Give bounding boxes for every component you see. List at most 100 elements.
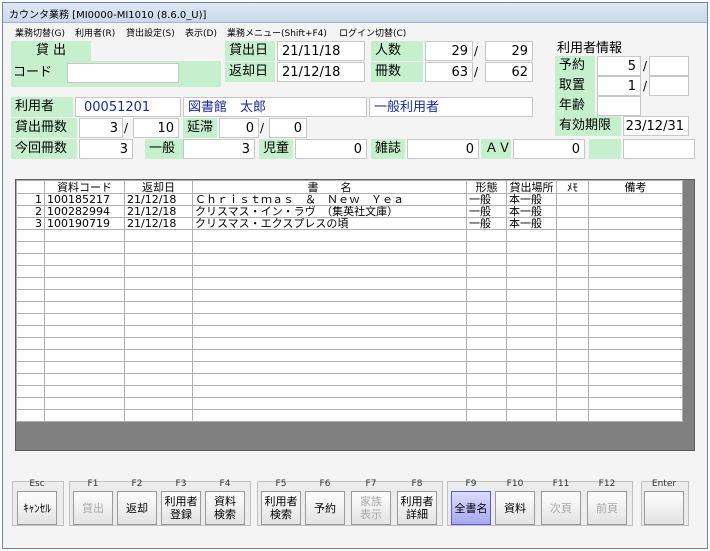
- table-row[interactable]: [16, 241, 683, 254]
- table-row[interactable]: [16, 337, 683, 350]
- table-row[interactable]: [16, 349, 683, 362]
- table-cell: [556, 193, 589, 206]
- fkey-label-enter: Enter: [651, 479, 677, 489]
- table-cell: [466, 277, 507, 290]
- books-label: 冊数: [371, 62, 423, 82]
- table-cell: [192, 229, 467, 242]
- table-row[interactable]: [16, 373, 683, 386]
- table-row[interactable]: 3 100190719 21/12/18 クリスマス・エクスプレスの頃 一般 本一般: [16, 217, 683, 230]
- table-cell: [556, 337, 589, 350]
- table-cell: [588, 217, 683, 230]
- menu-task-menu[interactable]: 業務メニュー(Shift+F4): [227, 26, 327, 39]
- fkey-button-enter[interactable]: [644, 491, 684, 525]
- table-cell: [44, 385, 125, 398]
- fkey-button-f1[interactable]: 貸出: [73, 491, 113, 525]
- table-cell: [556, 373, 589, 386]
- code-input[interactable]: [67, 63, 179, 83]
- table-cell: 一般: [466, 217, 507, 230]
- fkey-button-f7[interactable]: 家族 表示: [351, 491, 391, 525]
- table-cell: [192, 373, 467, 386]
- grid-header-cell: 書 名: [192, 180, 467, 194]
- fkey-button-f2[interactable]: 返却: [117, 491, 157, 525]
- table-cell: [124, 409, 193, 422]
- table-row[interactable]: [16, 277, 683, 290]
- table-cell: [556, 253, 589, 266]
- table-cell: [16, 337, 45, 350]
- menu-user[interactable]: 利用者(R): [75, 26, 115, 39]
- table-cell: [506, 229, 557, 242]
- menu-loan-settings[interactable]: 貸出設定(S): [126, 26, 175, 39]
- table-cell: [506, 361, 557, 374]
- table-row[interactable]: [16, 313, 683, 326]
- fkey-button-f4[interactable]: 資料 検索: [205, 491, 245, 525]
- table-cell: [124, 301, 193, 314]
- return-date-value[interactable]: 21/12/18: [277, 62, 365, 82]
- table-cell: [44, 301, 125, 314]
- magazine-count: 0: [407, 139, 479, 159]
- table-row[interactable]: [16, 361, 683, 374]
- table-cell: [466, 313, 507, 326]
- menu-view[interactable]: 表示(D): [185, 26, 217, 39]
- table-cell: [466, 301, 507, 314]
- table-cell: [506, 241, 557, 254]
- table-row[interactable]: 2 100282994 21/12/18 クリスマス・イン・ラヴ （集英社文庫） 一般本…: [16, 205, 683, 218]
- menu-task-switch[interactable]: 業務切替(G): [15, 26, 65, 39]
- loan-items-grid[interactable]: 資料コード 返却日書 名形態 貸出場所 ﾒﾓ 備考 1 100185217 21/12/18…: [15, 179, 695, 451]
- table-cell: [16, 409, 45, 422]
- session-count-value: 3: [79, 139, 133, 159]
- table-row[interactable]: [16, 325, 683, 338]
- fkey-button-f9[interactable]: 全書名: [451, 491, 491, 525]
- table-cell: 1: [16, 193, 45, 206]
- table-cell: [466, 241, 507, 254]
- table-row[interactable]: 1 100185217 21/12/18 Ｃｈｒｉｓｔｍａｓ ＆ Ｎｅｗ Ｙｅａ 一般本…: [16, 193, 683, 206]
- user-type: 一般利用者: [369, 97, 533, 117]
- table-row[interactable]: [16, 265, 683, 278]
- overdue-label: 延滞: [183, 118, 217, 138]
- table-cell: [124, 337, 193, 350]
- fkey-button-esc[interactable]: ｷｬﾝｾﾙ: [17, 491, 57, 525]
- fkey-button-f5[interactable]: 利用者 検索: [261, 491, 301, 525]
- fkey-label-esc: Esc: [29, 479, 45, 489]
- table-cell: [466, 349, 507, 362]
- table-cell: [506, 397, 557, 410]
- grid-header-cell: 貸出場所: [506, 180, 557, 194]
- table-row[interactable]: [16, 289, 683, 302]
- table-cell: [556, 301, 589, 314]
- user-id[interactable]: 00051201: [75, 97, 181, 117]
- table-cell: [124, 325, 193, 338]
- table-cell: [556, 289, 589, 302]
- people-label: 人数: [371, 41, 423, 61]
- menu-login-switch[interactable]: ログイン切替(C): [339, 26, 406, 39]
- table-row[interactable]: [16, 409, 683, 422]
- table-row[interactable]: [16, 397, 683, 410]
- table-cell: [588, 313, 683, 326]
- fkey-button-f12[interactable]: 前頁: [587, 491, 627, 525]
- fkey-button-f8[interactable]: 利用者 詳細: [397, 491, 437, 525]
- fkey-label-f12: F12: [598, 479, 616, 489]
- table-cell: [506, 301, 557, 314]
- general-count: 3: [183, 139, 255, 159]
- fkey-button-f10[interactable]: 資料: [495, 491, 535, 525]
- table-cell: [192, 277, 467, 290]
- loan-date-value[interactable]: 21/11/18: [277, 41, 365, 61]
- fkey-button-f11[interactable]: 次頁: [541, 491, 581, 525]
- table-cell: 100190719: [44, 217, 125, 230]
- books-total: 62: [485, 62, 533, 82]
- table-cell: [506, 277, 557, 290]
- table-cell: [192, 241, 467, 254]
- table-cell: [44, 289, 125, 302]
- table-cell: [192, 397, 467, 410]
- table-row[interactable]: [16, 253, 683, 266]
- table-cell: 2: [16, 205, 45, 218]
- table-row[interactable]: [16, 229, 683, 242]
- table-cell: [588, 193, 683, 206]
- reserve-separator: /: [643, 59, 648, 73]
- table-row[interactable]: [16, 301, 683, 314]
- table-cell: [16, 253, 45, 266]
- fkey-button-f3[interactable]: 利用者 登録: [161, 491, 201, 525]
- grid-table: 資料コード 返却日書 名形態 貸出場所 ﾒﾓ 備考 1 100185217 21/12/18…: [16, 180, 683, 422]
- fkey-button-f6[interactable]: 予約: [305, 491, 345, 525]
- table-row[interactable]: [16, 385, 683, 398]
- people-separator: /: [474, 44, 479, 58]
- table-cell: [466, 325, 507, 338]
